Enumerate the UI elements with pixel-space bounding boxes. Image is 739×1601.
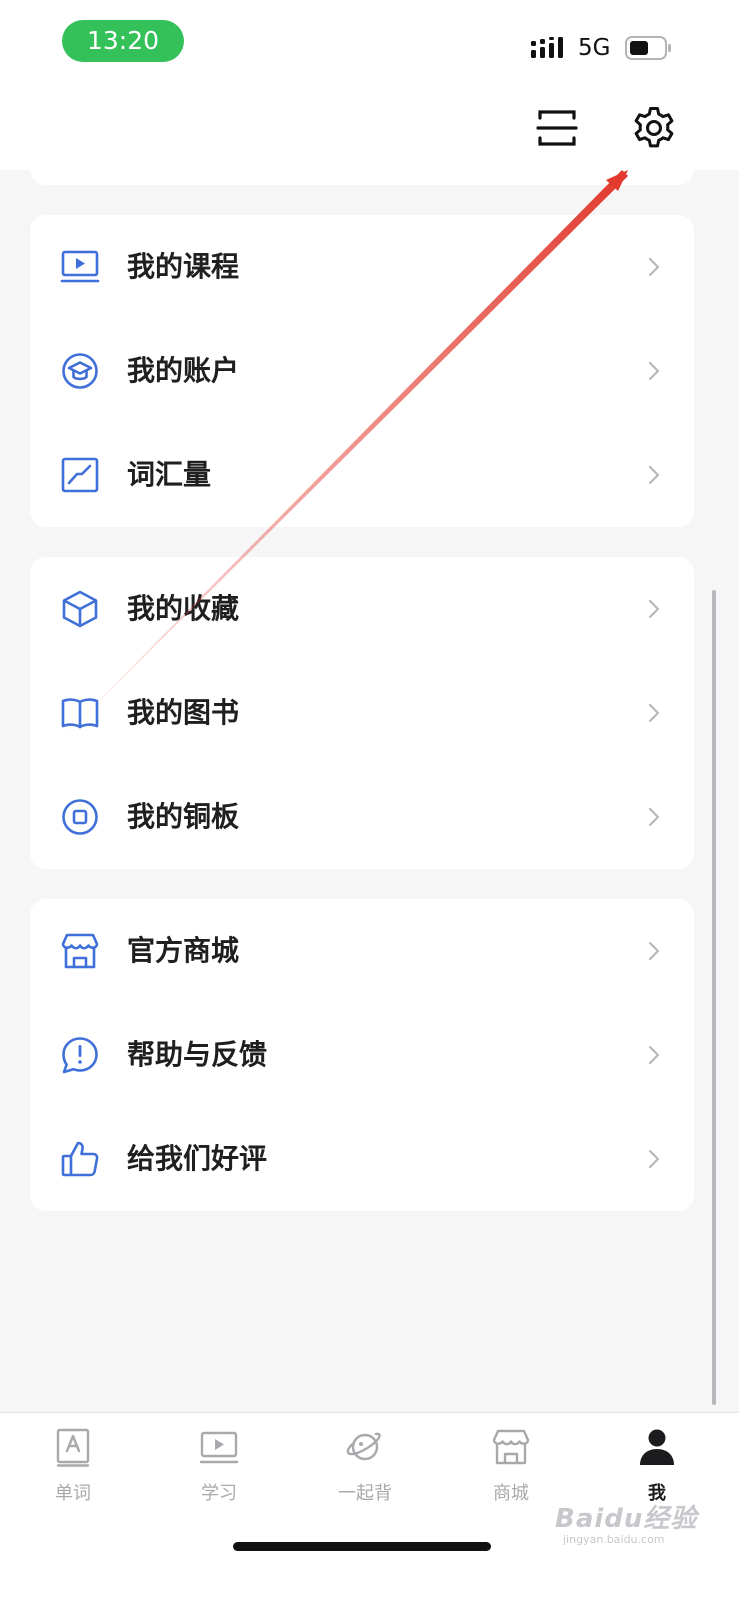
profile-card-edge: [30, 150, 694, 185]
menu-item-my-books[interactable]: 我的图书: [30, 661, 694, 765]
tab-label: 学习: [201, 1483, 237, 1504]
status-time: 13:20: [62, 20, 184, 62]
menu-label: 帮助与反馈: [127, 1038, 268, 1071]
chevron-right-icon: [648, 465, 660, 485]
menu-label: 词汇量: [127, 458, 212, 491]
chevron-right-icon: [648, 599, 660, 619]
store-icon: [492, 1429, 530, 1465]
menu-label: 我的课程: [127, 250, 240, 283]
menu-label: 我的账户: [127, 354, 240, 387]
menu-group-collection: 我的收藏 我的图书 我的铜板: [30, 557, 694, 869]
battery-icon: [625, 36, 671, 60]
tab-label: 一起背: [338, 1483, 392, 1504]
menu-label: 我的收藏: [127, 592, 240, 625]
person-icon: [640, 1429, 674, 1465]
home-indicator: [233, 1542, 491, 1551]
gear-icon[interactable]: [630, 104, 678, 152]
favorites-box-icon: [62, 590, 98, 628]
menu-label: 官方商城: [127, 934, 240, 967]
menu-item-my-courses[interactable]: 我的课程: [30, 215, 694, 319]
menu-label: 我的铜板: [127, 800, 240, 833]
watermark-brand: Baidu经验: [555, 1504, 698, 1534]
vocabulary-chart-icon: [61, 457, 99, 493]
menu-item-vocabulary[interactable]: 词汇量: [30, 423, 694, 527]
menu-item-official-store[interactable]: 官方商城: [30, 899, 694, 1003]
book-icon: [61, 698, 99, 729]
menu-item-my-account[interactable]: 我的账户: [30, 319, 694, 423]
watermark-url: jingyan.baidu.com: [563, 1533, 665, 1546]
menu-item-my-coins[interactable]: 我的铜板: [30, 765, 694, 869]
word-card-icon: [56, 1428, 90, 1467]
menu-group-learning: 我的课程 我的账户 词汇量: [30, 215, 694, 527]
thumbs-up-icon: [61, 1141, 99, 1177]
study-video-icon: [199, 1431, 239, 1464]
chevron-right-icon: [648, 703, 660, 723]
scan-icon[interactable]: [535, 106, 579, 150]
tab-study[interactable]: 学习: [146, 1413, 292, 1523]
course-video-icon: [60, 250, 100, 283]
chevron-right-icon: [648, 1149, 660, 1169]
chevron-right-icon: [648, 807, 660, 827]
planet-icon: [346, 1432, 381, 1461]
chevron-right-icon: [648, 257, 660, 277]
tab-together[interactable]: 一起背: [292, 1413, 438, 1523]
account-badge-icon: [62, 353, 98, 389]
network-type: 5G: [578, 35, 611, 61]
coin-icon: [62, 799, 98, 835]
menu-group-support: 官方商城 帮助与反馈 给我们好评: [30, 899, 694, 1211]
menu-item-my-favorites[interactable]: 我的收藏: [30, 557, 694, 661]
chevron-right-icon: [648, 361, 660, 381]
tab-label: 单词: [55, 1483, 91, 1504]
menu-item-rate-us[interactable]: 给我们好评: [30, 1107, 694, 1211]
store-icon: [61, 933, 99, 969]
watermark: Baidu经验 jingyan.baidu.com: [555, 1498, 697, 1546]
chevron-right-icon: [648, 1045, 660, 1065]
chevron-right-icon: [648, 941, 660, 961]
menu-label: 我的图书: [127, 696, 240, 729]
scrollbar[interactable]: [712, 590, 716, 1405]
menu-item-help-feedback[interactable]: 帮助与反馈: [30, 1003, 694, 1107]
feedback-icon: [62, 1037, 98, 1074]
top-bar: 13:20 5G: [0, 0, 739, 170]
tab-words[interactable]: 单词: [0, 1413, 146, 1523]
cellular-signal-icon: [531, 37, 563, 58]
menu-label: 给我们好评: [127, 1142, 268, 1175]
